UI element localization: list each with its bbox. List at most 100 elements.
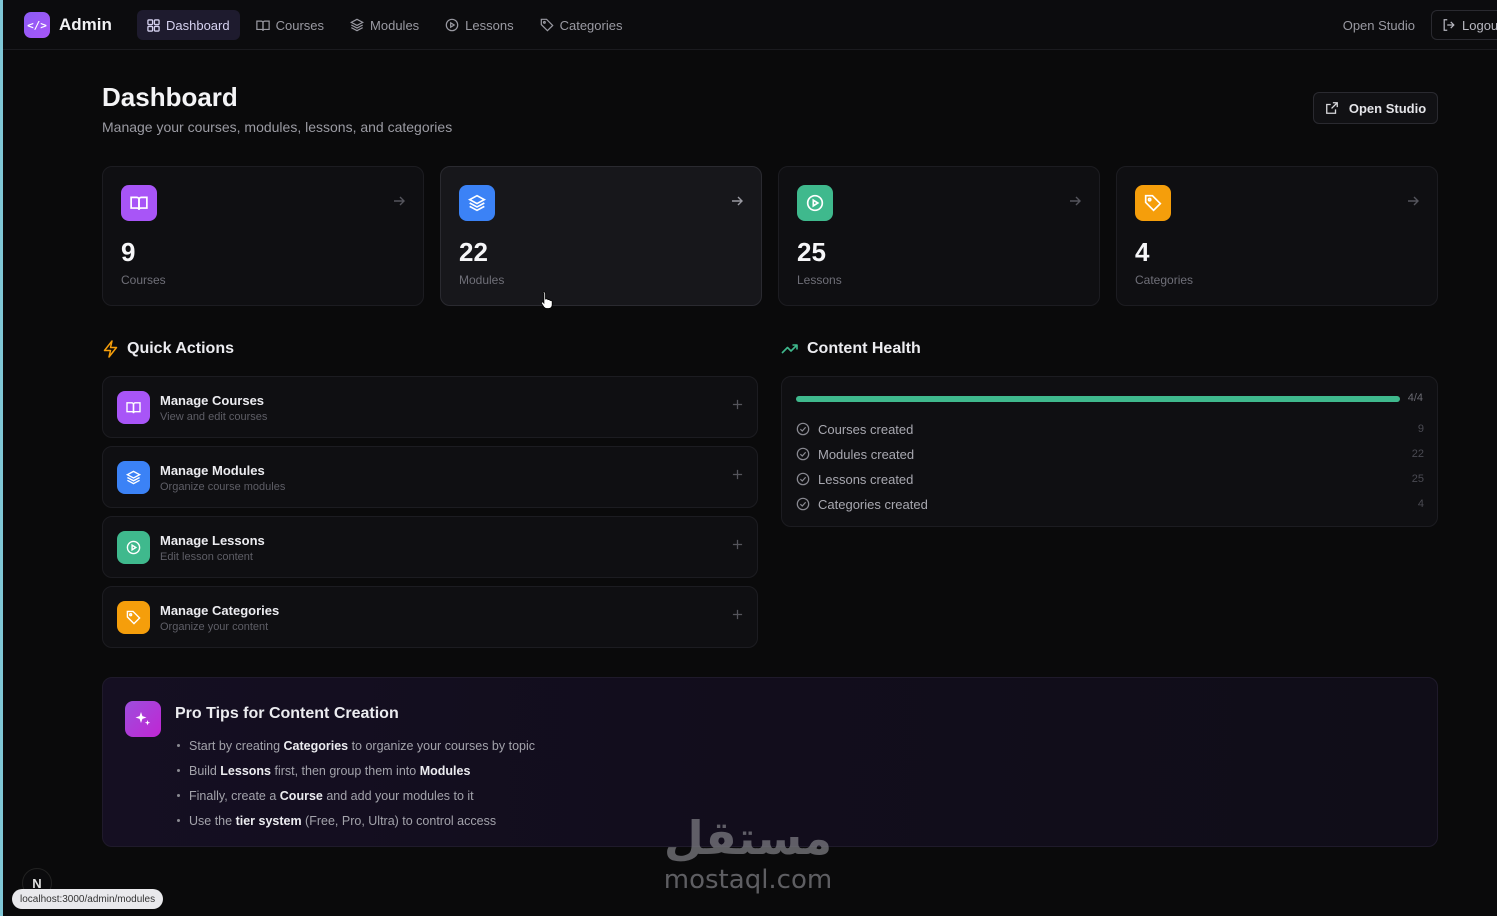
stat-value: 4 (1135, 237, 1150, 267)
book-icon (255, 20, 270, 31)
manage-lessons-action[interactable]: Manage Lessons Edit lesson content (102, 516, 758, 578)
nav-item-label: Dashboard (166, 17, 230, 33)
health-progress-bar (796, 396, 1400, 402)
nav-items: Dashboard Courses Modules Lessons Catego… (137, 10, 638, 40)
play-circle-icon (797, 185, 833, 221)
mouse-cursor-icon (541, 291, 553, 309)
check-circle-icon (796, 447, 810, 461)
health-row: Categories created 4 (796, 494, 1424, 514)
stat-card-categories[interactable]: 4 Categories (1116, 166, 1438, 306)
action-desc: Organize your content (160, 621, 269, 633)
stat-card-courses[interactable]: 9 Courses (102, 166, 424, 306)
plus-icon (732, 539, 743, 550)
content-health-title: Content Health (807, 340, 921, 357)
pro-tips-title: Pro Tips for Content Creation (175, 705, 399, 722)
plus-icon (732, 399, 743, 410)
health-row-count: 25 (1411, 473, 1424, 485)
open-studio-button[interactable]: Open Studio (1313, 92, 1438, 124)
nav-item-courses[interactable]: Courses (246, 10, 334, 40)
top-nav: </> Admin Dashboard Courses Modules Less… (3, 0, 1497, 50)
health-progress-fill (796, 396, 1400, 402)
window-edge (0, 0, 3, 916)
action-desc: Organize course modules (160, 481, 286, 493)
health-row-count: 4 (1417, 498, 1424, 510)
play-circle-icon (445, 18, 459, 32)
sparkles-icon (125, 701, 161, 737)
nav-item-label: Lessons (465, 17, 514, 33)
watermark-arabic: مستقل (663, 811, 833, 865)
nav-item-label: Courses (275, 17, 325, 33)
code-icon: </> (24, 12, 50, 38)
browser-status-url: localhost:3000/admin/modules (12, 889, 164, 909)
nav-item-modules[interactable]: Modules (340, 10, 429, 40)
stat-label: Courses (121, 273, 166, 287)
logout-label: Logout (1462, 17, 1497, 33)
health-row: Lessons created 25 (796, 469, 1424, 489)
lightning-icon (103, 340, 118, 358)
health-row-label: Modules created (818, 446, 915, 462)
nav-item-label: Categories (559, 17, 623, 33)
action-title: Manage Categories (160, 603, 280, 618)
quick-actions-title: Quick Actions (127, 340, 234, 357)
page-subtitle: Manage your courses, modules, lessons, a… (102, 119, 453, 135)
tag-icon (540, 18, 554, 32)
grid-icon (147, 18, 160, 32)
brand[interactable]: </> Admin (24, 12, 112, 38)
check-circle-icon (796, 497, 810, 511)
page-title: Dashboard (102, 82, 238, 112)
arrow-right-icon (1408, 196, 1419, 206)
external-link-icon (1325, 102, 1338, 114)
book-icon (121, 185, 157, 221)
stat-value: 22 (459, 237, 488, 267)
content-health-heading: Content Health (781, 340, 921, 358)
layers-icon (350, 18, 365, 32)
book-icon (117, 391, 150, 424)
manage-categories-action[interactable]: Manage Categories Organize your content (102, 586, 758, 648)
logout-icon (1443, 19, 1455, 31)
plus-icon (732, 609, 743, 620)
manage-courses-action[interactable]: Manage Courses View and edit courses (102, 376, 758, 438)
action-desc: Edit lesson content (160, 551, 253, 563)
open-studio-link[interactable]: Open Studio (1343, 18, 1415, 33)
content-health-card: 4/4 Courses created 9 Modules created 22… (781, 376, 1438, 527)
health-row: Courses created 9 (796, 419, 1424, 439)
stat-card-lessons[interactable]: 25 Lessons (778, 166, 1100, 306)
stat-label: Categories (1135, 273, 1194, 287)
tag-icon (1135, 185, 1171, 221)
arrow-right-icon (732, 196, 743, 206)
arrow-right-icon (1070, 196, 1081, 206)
stat-label: Modules (459, 273, 505, 287)
nav-right: Open Studio Logout (1343, 10, 1497, 40)
nav-item-dashboard[interactable]: Dashboard (137, 10, 240, 40)
brand-name: Admin (59, 15, 112, 34)
nav-item-label: Modules (370, 17, 420, 33)
stat-card-modules[interactable]: 22 Modules (440, 166, 762, 306)
health-row-label: Categories created (818, 496, 928, 512)
plus-icon (732, 469, 743, 480)
logout-button[interactable]: Logout (1431, 10, 1497, 40)
tip-item: Build Lessons first, then group them int… (175, 758, 535, 783)
action-title: Manage Modules (160, 463, 265, 478)
arrow-right-icon (394, 196, 405, 206)
health-progress-label: 4/4 (1407, 392, 1423, 404)
trending-up-icon (781, 344, 798, 354)
quick-actions-heading: Quick Actions (102, 340, 234, 358)
play-circle-icon (117, 531, 150, 564)
manage-modules-action[interactable]: Manage Modules Organize course modules (102, 446, 758, 508)
nav-item-categories[interactable]: Categories (530, 10, 633, 40)
pro-tips-list: Start by creating Categories to organize… (175, 733, 535, 833)
stat-label: Lessons (797, 273, 842, 287)
stat-value: 25 (797, 237, 826, 267)
health-row-count: 22 (1411, 448, 1424, 460)
action-title: Manage Lessons (160, 533, 265, 548)
tip-item: Start by creating Categories to organize… (175, 733, 535, 758)
open-studio-label: Open Studio (1348, 100, 1427, 116)
action-desc: View and edit courses (160, 411, 268, 423)
nav-item-lessons[interactable]: Lessons (435, 10, 523, 40)
check-circle-icon (796, 422, 810, 436)
health-row-count: 9 (1417, 423, 1424, 435)
layers-icon (117, 461, 150, 494)
stat-value: 9 (121, 237, 136, 267)
health-row-label: Courses created (818, 421, 914, 437)
tip-item: Finally, create a Course and add your mo… (175, 783, 535, 808)
